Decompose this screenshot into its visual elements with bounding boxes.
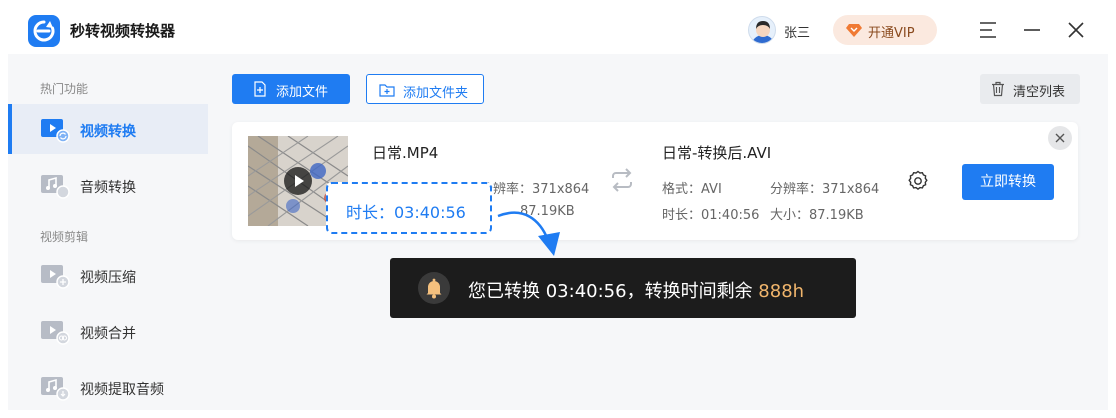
section-title-hot: 热门功能 bbox=[40, 82, 89, 96]
callout-arrow-icon bbox=[497, 211, 560, 256]
toast-prefix: 您已转换 03:40:56，转换时间剩余 bbox=[468, 281, 759, 302]
convert-arrows-icon bbox=[608, 166, 636, 194]
callout-text: 时长：03:40:56 bbox=[346, 203, 466, 222]
add-file-label: 添加文件 bbox=[276, 85, 329, 100]
clear-list-label: 清空列表 bbox=[1013, 85, 1066, 100]
duration-callout: 时长：03:40:56 bbox=[326, 182, 492, 234]
sidebar-item-extract-audio[interactable]: 视频提取音频 bbox=[8, 362, 208, 412]
title-bar: 秒转视频转换器 张三 开通VIP bbox=[8, 6, 1108, 54]
menu-icon[interactable] bbox=[976, 18, 1000, 42]
vip-label: 开通VIP bbox=[868, 26, 915, 41]
target-size: 大小：87.19KB bbox=[770, 208, 864, 223]
sidebar-item-label: 视频压缩 bbox=[80, 270, 136, 286]
sidebar-item-video-convert[interactable]: 视频转换 bbox=[8, 104, 208, 154]
source-resolution: 分辨率：371x864 bbox=[480, 182, 590, 197]
trash-icon bbox=[990, 81, 1006, 97]
audio-convert-icon bbox=[40, 173, 70, 199]
add-file-button[interactable]: 添加文件 bbox=[232, 74, 350, 104]
minimize-icon[interactable] bbox=[1020, 18, 1044, 42]
app-logo-icon bbox=[28, 15, 60, 47]
avatar[interactable] bbox=[748, 16, 776, 44]
clear-list-button[interactable]: 清空列表 bbox=[980, 74, 1080, 104]
add-folder-icon bbox=[379, 82, 395, 98]
user-name[interactable]: 张三 bbox=[784, 22, 810, 41]
target-file-name: 日常-转换后.AVI bbox=[662, 144, 772, 162]
sidebar-item-video-merge[interactable]: 视频合并 bbox=[8, 306, 208, 356]
section-title-edit: 视频剪辑 bbox=[40, 230, 89, 244]
gear-icon[interactable] bbox=[906, 169, 930, 193]
sidebar-item-label: 音频转换 bbox=[80, 180, 136, 196]
sidebar: 热门功能 视频转换 音频转换 视频剪辑 视频压缩 视频合并 视频提取音频 bbox=[8, 54, 208, 410]
video-compress-icon bbox=[40, 263, 70, 289]
source-file-name: 日常.MP4 bbox=[372, 144, 439, 162]
toast-remaining-time: 888h bbox=[758, 281, 805, 302]
sidebar-item-label: 视频提取音频 bbox=[80, 382, 164, 398]
add-folder-button[interactable]: 添加文件夹 bbox=[366, 74, 484, 104]
convert-now-button[interactable]: 立即转换 bbox=[962, 164, 1054, 200]
video-merge-icon bbox=[40, 319, 70, 345]
add-file-icon bbox=[252, 81, 268, 97]
add-folder-label: 添加文件夹 bbox=[403, 86, 469, 101]
close-icon[interactable] bbox=[1064, 18, 1088, 42]
target-duration: 时长：01:40:56 bbox=[662, 208, 760, 223]
sidebar-item-label: 视频转换 bbox=[80, 124, 136, 140]
bell-icon bbox=[418, 272, 450, 304]
target-resolution: 分辨率：371x864 bbox=[770, 182, 880, 197]
extract-audio-icon bbox=[40, 375, 70, 401]
play-icon[interactable] bbox=[284, 167, 312, 195]
sidebar-item-video-compress[interactable]: 视频压缩 bbox=[8, 250, 208, 300]
app-title: 秒转视频转换器 bbox=[70, 22, 176, 40]
target-format: 格式：AVI bbox=[662, 182, 722, 197]
sidebar-item-label: 视频合并 bbox=[80, 326, 136, 342]
open-vip-button[interactable]: 开通VIP bbox=[833, 15, 937, 45]
sidebar-item-audio-convert[interactable]: 音频转换 bbox=[8, 160, 208, 210]
vip-diamond-icon bbox=[846, 22, 862, 38]
video-convert-icon bbox=[40, 117, 70, 143]
toast-notification: 您已转换 03:40:56，转换时间剩余 888h bbox=[390, 258, 856, 318]
toast-message: 您已转换 03:40:56，转换时间剩余 888h bbox=[468, 277, 804, 303]
remove-file-icon[interactable] bbox=[1048, 126, 1072, 150]
